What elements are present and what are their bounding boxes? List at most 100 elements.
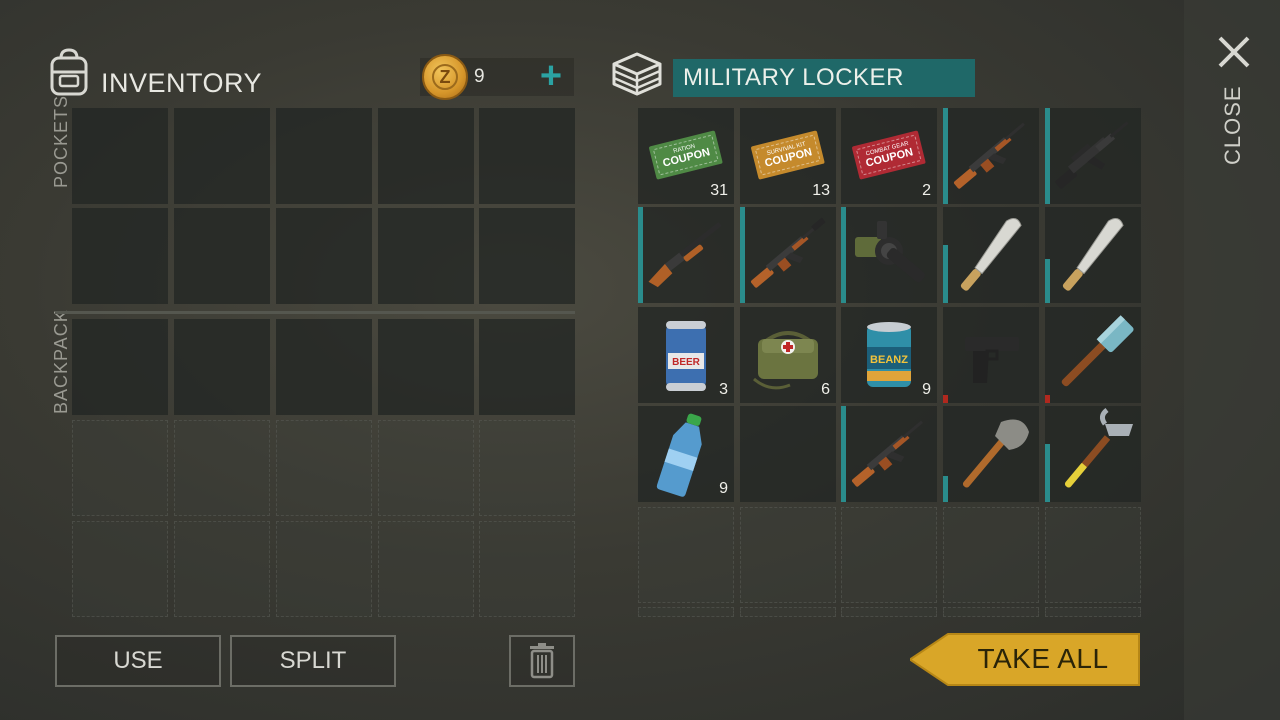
take-all-label: TAKE ALL (977, 643, 1109, 674)
locked-backpack-slot[interactable] (276, 521, 372, 617)
durability-bar (1045, 108, 1050, 204)
locked-backpack-slot[interactable] (72, 521, 168, 617)
ak-rifle-icon (852, 420, 923, 487)
empty-slot[interactable] (638, 507, 734, 603)
pocket-slot[interactable] (479, 108, 575, 204)
trash-button[interactable] (509, 635, 575, 687)
pockets-label: POCKETS (51, 94, 71, 188)
locked-backpack-slot[interactable] (174, 521, 270, 617)
inventory-title: INVENTORY (101, 68, 263, 98)
empty-slot[interactable] (943, 607, 1039, 617)
item-quantity: 2 (922, 182, 931, 199)
locked-backpack-slot[interactable] (378, 521, 474, 617)
ak-rifle-icon (954, 122, 1025, 189)
close-icon[interactable] (1212, 30, 1256, 74)
crate-stack-icon (612, 52, 662, 96)
locker-slot-first-aid-bag[interactable]: 6 (740, 307, 836, 403)
durability-bar (943, 476, 948, 502)
locker-slot-combat-gear-coupon[interactable]: COMBAT GEAR COUPON 2 (841, 108, 937, 204)
empty-slot[interactable] (841, 507, 937, 603)
locker-slot-beer-can[interactable]: BEER 3 (638, 307, 734, 403)
durability-bar (841, 406, 846, 502)
pistol-icon (965, 337, 1019, 383)
backpack-slot[interactable] (276, 319, 372, 415)
empty-slot[interactable] (638, 607, 734, 617)
empty-slot[interactable] (1045, 507, 1141, 603)
locker-title: MILITARY LOCKER (683, 64, 904, 91)
locker-slot-ration-coupon[interactable]: RATION COUPON 31 (638, 108, 734, 204)
item-quantity: 9 (719, 480, 728, 497)
section-divider (55, 311, 575, 314)
empty-slot[interactable] (1045, 607, 1141, 617)
empty-slot[interactable] (740, 406, 836, 502)
m16-rifle-icon (1055, 121, 1129, 189)
pocket-slot[interactable] (479, 208, 575, 304)
empty-slot[interactable] (943, 507, 1039, 603)
split-button[interactable]: SPLIT (230, 635, 396, 687)
coin-count: 9 (474, 66, 485, 87)
locker-slot-m16-rifle[interactable] (1045, 108, 1141, 204)
shovel-icon (962, 419, 1029, 488)
backpack-icon (50, 48, 88, 96)
locker-slot-shovel[interactable] (943, 406, 1039, 502)
locker-slot-pump-shotgun[interactable] (638, 207, 734, 303)
empty-slot[interactable] (740, 607, 836, 617)
durability-bar (943, 108, 948, 204)
close-button-label[interactable]: CLOSE (1220, 85, 1246, 165)
item-quantity: 3 (719, 381, 728, 398)
item-quantity: 9 (922, 381, 931, 398)
coin-glyph: Z (432, 64, 458, 90)
locked-backpack-slot[interactable] (479, 420, 575, 516)
durability-bar (943, 395, 948, 403)
item-quantity: 6 (821, 381, 830, 398)
pocket-slot[interactable] (378, 208, 474, 304)
locked-backpack-slot[interactable] (276, 420, 372, 516)
machete-icon (1062, 218, 1124, 291)
pocket-slot[interactable] (72, 108, 168, 204)
trash-icon (530, 643, 554, 679)
machete-icon (960, 218, 1022, 291)
locked-backpack-slot[interactable] (378, 420, 474, 516)
locked-backpack-slot[interactable] (72, 420, 168, 516)
durability-bar (638, 207, 643, 303)
ak-suppressed-icon (751, 217, 826, 288)
locker-slot-grenade-launcher[interactable] (841, 207, 937, 303)
locker-slot-machete[interactable] (943, 207, 1039, 303)
pocket-slot[interactable] (72, 208, 168, 304)
buy-coins-button[interactable]: + (532, 57, 570, 96)
backpack-slot[interactable] (72, 319, 168, 415)
pocket-slot[interactable] (174, 208, 270, 304)
locker-slot-water-bottle[interactable]: 9 (638, 406, 734, 502)
backpack-slot[interactable] (378, 319, 474, 415)
beans-label: BEANZ (870, 354, 908, 366)
use-button[interactable]: USE (55, 635, 221, 687)
locker-slot-pistol[interactable] (943, 307, 1039, 403)
backpack-slot[interactable] (479, 319, 575, 415)
grenade-launcher-icon (855, 221, 925, 283)
pocket-slot[interactable] (378, 108, 474, 204)
durability-bar (1045, 259, 1050, 303)
locked-backpack-slot[interactable] (479, 521, 575, 617)
durability-bar (1045, 444, 1050, 502)
locker-slot-beans-can[interactable]: BEANZ 9 (841, 307, 937, 403)
backpack-label: BACKPACK (51, 309, 71, 414)
locker-slot-survival-kit-coupon[interactable]: SURVIVAL KIT COUPON 13 (740, 108, 836, 204)
locker-slot-ak-rifle[interactable] (841, 406, 937, 502)
locked-backpack-slot[interactable] (174, 420, 270, 516)
locker-slot-ak-suppressed[interactable] (740, 207, 836, 303)
item-quantity: 31 (710, 182, 728, 199)
locker-slot-sledgehammer[interactable] (1045, 307, 1141, 403)
durability-bar (943, 245, 948, 303)
locker-slot-ak-rifle[interactable] (943, 108, 1039, 204)
pocket-slot[interactable] (276, 108, 372, 204)
locker-slot-machete[interactable] (1045, 207, 1141, 303)
pocket-slot[interactable] (276, 208, 372, 304)
durability-bar (841, 207, 846, 303)
empty-slot[interactable] (740, 507, 836, 603)
backpack-slot[interactable] (174, 319, 270, 415)
sledgehammer-icon (1061, 315, 1134, 387)
empty-slot[interactable] (841, 607, 937, 617)
pocket-slot[interactable] (174, 108, 270, 204)
locker-slot-hammer[interactable] (1045, 406, 1141, 502)
pump-shotgun-icon (648, 221, 722, 288)
